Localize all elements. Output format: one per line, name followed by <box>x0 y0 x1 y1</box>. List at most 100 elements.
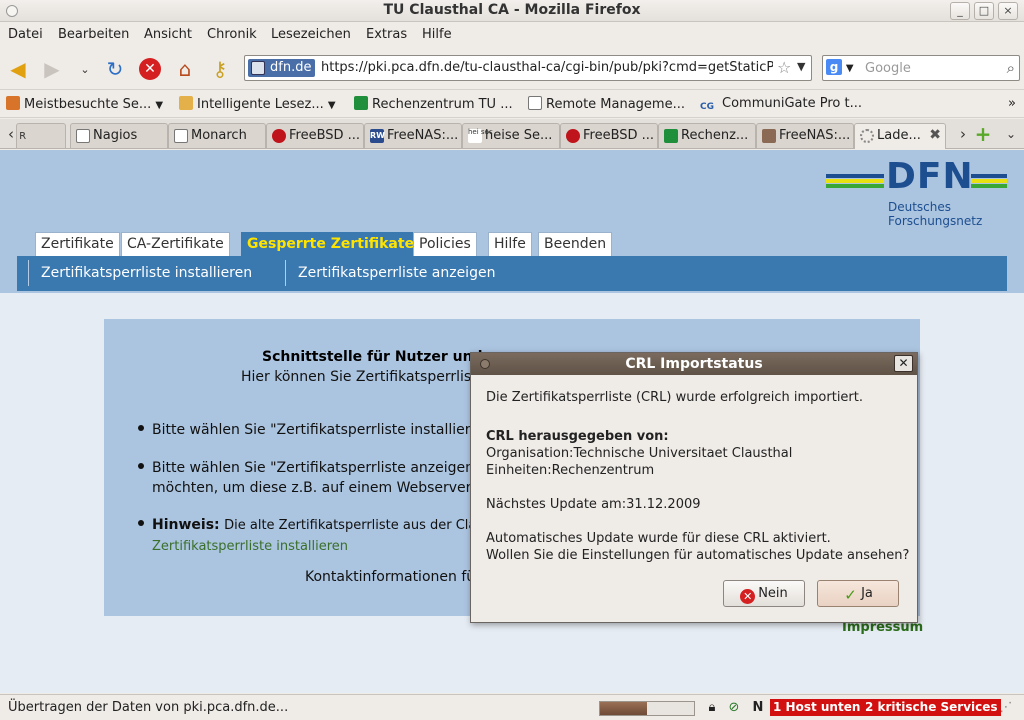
status-message: Übertragen der Daten von pki.pca.dfn.de.… <box>8 700 289 715</box>
dfn-logo-text: DFN <box>886 156 974 197</box>
history-dropdown-icon[interactable]: ⌄ <box>72 56 98 82</box>
page-icon <box>76 129 90 143</box>
bookmarks-overflow-icon[interactable]: » <box>1008 96 1016 111</box>
checkmark-icon: ✓ <box>844 586 857 604</box>
green-square-icon <box>664 129 678 143</box>
folder-icon <box>179 96 193 110</box>
url-bar[interactable]: dfn.de https://pki.pca.dfn.de/tu-clausth… <box>244 55 812 81</box>
maximize-button[interactable]: □ <box>974 2 994 20</box>
dialog-issuer-heading: CRL herausgegeben von: <box>486 429 669 444</box>
page-header: DFN Deutsches Forschungsnetz Zertifikate … <box>0 150 1024 293</box>
tab-nagios[interactable]: Nagios <box>70 123 168 148</box>
loading-icon <box>860 129 874 143</box>
bookmark-remote[interactable]: Remote Manageme... <box>528 96 685 112</box>
tab-freebsd-2[interactable]: FreeBSD ... <box>560 123 658 148</box>
menu-ansicht[interactable]: Ansicht <box>144 27 192 42</box>
green-square-icon <box>354 96 368 110</box>
search-input[interactable]: Google <box>865 61 911 76</box>
cg-icon: CG <box>700 102 714 112</box>
search-icon[interactable]: ⌕ <box>1007 59 1015 77</box>
bookmark-meistbesuchte[interactable]: Meistbesuchte Se... ▼ <box>6 96 163 112</box>
menu-datei[interactable]: Datei <box>8 27 43 42</box>
cancel-icon: ✕ <box>740 589 756 604</box>
bookmark-icon <box>6 96 20 110</box>
tab-zertifikate[interactable]: Zertifikate <box>35 232 120 257</box>
tab-freenas-1[interactable]: RW FreeNAS:... <box>364 123 462 148</box>
subnav-show-crl[interactable]: Zertifikatsperrliste anzeigen <box>298 265 495 281</box>
search-box[interactable]: g ▼ Google ⌕ <box>822 55 1020 81</box>
tab-partial[interactable]: ʀ <box>16 123 66 148</box>
menu-bearbeiten[interactable]: Bearbeiten <box>58 27 129 42</box>
window-title: TU Clausthal CA - Mozilla Firefox <box>383 2 641 18</box>
dialog-next-update: Nächstes Update am:31.12.2009 <box>486 497 701 512</box>
hint-install-link[interactable]: Zertifikatsperrliste installieren <box>138 539 348 554</box>
tab-heise[interactable]: hei sec heise Se... <box>462 123 560 148</box>
menu-hilfe[interactable]: Hilfe <box>422 27 452 42</box>
content-heading: Schnittstelle für Nutzer und <box>262 349 483 365</box>
tab-beenden[interactable]: Beenden <box>538 232 613 257</box>
tab-loading-active[interactable]: Lade... ✖ <box>854 123 946 149</box>
close-window-button[interactable]: × <box>998 2 1018 20</box>
tab-gesperrte-zertifikate[interactable]: Gesperrte Zertifikate <box>241 232 421 257</box>
menu-lesezeichen[interactable]: Lesezeichen <box>271 27 351 42</box>
site-identity-button[interactable]: dfn.de <box>248 59 316 77</box>
home-icon[interactable]: ⌂ <box>172 56 198 82</box>
nagios-services-badge[interactable]: 2 kritische Services <box>862 699 1001 716</box>
minimize-button[interactable]: _ <box>950 2 970 20</box>
tab-freenas-2[interactable]: FreeNAS:... <box>756 123 854 148</box>
sub-navigation: Zertifikatsperrliste installieren Zertif… <box>17 256 1007 291</box>
tab-bar: ‹ ʀ Nagios Monarch FreeBSD ... RW FreeNAS… <box>0 119 1024 149</box>
url-text[interactable]: https://pki.pca.dfn.de/tu-clausthal-ca/c… <box>321 60 773 75</box>
hint-item: Hinweis: Die alte Zertifikatsperrliste a… <box>138 515 490 557</box>
tab-list-icon[interactable]: ⌄ <box>998 121 1024 147</box>
reload-icon[interactable]: ↻ <box>102 56 128 82</box>
tab-freebsd-1[interactable]: FreeBSD ... <box>266 123 364 148</box>
heise-icon: hei sec <box>468 129 493 143</box>
new-tab-icon[interactable]: + <box>970 121 996 147</box>
close-tab-icon[interactable]: ✖ <box>929 127 941 143</box>
subnav-install-crl[interactable]: Zertifikatsperrliste installieren <box>41 265 252 281</box>
status-bar: Übertragen der Daten von pki.pca.dfn.de.… <box>0 694 1024 720</box>
search-engine-selector[interactable]: g ▼ <box>826 59 860 77</box>
forward-arrow-icon[interactable]: ▶ <box>39 56 65 82</box>
bookmarks-toolbar: Meistbesuchte Se... ▼ Intelligente Lesez… <box>0 91 1024 118</box>
noscript-icon[interactable]: N <box>750 700 766 716</box>
bookmark-rechenzentrum[interactable]: Rechenzentrum TU ... <box>354 96 513 112</box>
dialog-body: Die Zertifikatsperrliste (CRL) wurde erf… <box>486 389 910 564</box>
dialog-titlebar: CRL Importstatus ✕ <box>471 353 917 375</box>
window-titlebar: TU Clausthal CA - Mozilla Firefox _ □ × <box>0 0 1024 22</box>
dfn-logo: DFN Deutsches Forschungsnetz <box>826 156 1010 234</box>
dialog-title: CRL Importstatus <box>625 356 763 372</box>
menu-chronik[interactable]: Chronik <box>207 27 257 42</box>
dialog-question: Wollen Sie die Einstellungen für automat… <box>486 548 910 563</box>
loading-progress-bar <box>599 701 695 716</box>
tools-icon[interactable]: ⚷ <box>207 56 233 82</box>
back-arrow-icon[interactable]: ◀ <box>5 56 31 82</box>
dialog-auto-update: Automatisches Update wurde für diese CRL… <box>486 531 831 546</box>
bookmark-star-icon[interactable]: ☆ <box>777 58 791 77</box>
resize-grip-icon: ⋰ <box>999 700 1013 715</box>
page-icon <box>174 129 188 143</box>
google-icon: g <box>826 59 842 75</box>
stop-icon[interactable]: ✕ <box>137 56 163 82</box>
yes-button[interactable]: ✓ Ja <box>817 580 899 607</box>
bookmark-communigate[interactable]: CG CommuniGate Pro t... <box>700 96 862 116</box>
site-favicon-icon <box>251 61 265 75</box>
menu-extras[interactable]: Extras <box>366 27 407 42</box>
bookmark-intelligente[interactable]: Intelligente Lesez... ▼ <box>179 96 336 112</box>
url-dropdown-icon[interactable]: ▼ <box>797 60 805 73</box>
tab-policies[interactable]: Policies <box>413 232 477 257</box>
freebsd-icon <box>272 129 286 143</box>
dialog-message: Die Zertifikatsperrliste (CRL) wurde erf… <box>486 390 863 405</box>
tab-hilfe[interactable]: Hilfe <box>488 232 532 257</box>
freenas-icon: RW <box>370 129 385 143</box>
addon-status-icon[interactable]: ⊘ <box>726 700 742 716</box>
dialog-close-button[interactable]: ✕ <box>894 355 913 372</box>
menu-bar: Datei Bearbeiten Ansicht Chronik Lesezei… <box>0 23 1024 47</box>
tab-ca-zertifikate[interactable]: CA-Zertifikate <box>121 232 230 257</box>
tab-monarch[interactable]: Monarch <box>168 123 266 148</box>
no-button[interactable]: ✕ Nein <box>723 580 805 607</box>
lock-icon[interactable]: 🔒︎ <box>704 700 720 716</box>
nagios-hosts-badge[interactable]: 1 Host unten <box>770 699 864 716</box>
tab-rechenzentrum[interactable]: Rechenz... <box>658 123 756 148</box>
